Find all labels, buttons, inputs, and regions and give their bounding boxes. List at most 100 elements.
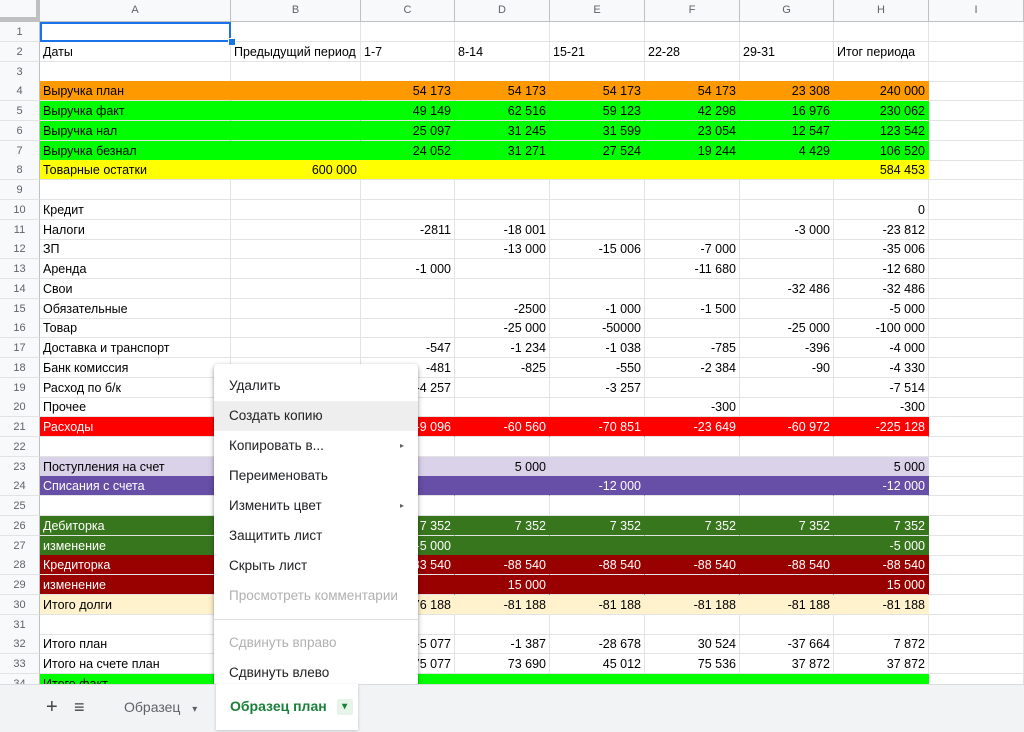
cell-d14[interactable] (455, 278, 550, 299)
cell-h8[interactable]: 584 453 (834, 160, 929, 181)
cell-a27[interactable]: изменение (40, 535, 231, 556)
cell-a14[interactable]: Свои (40, 278, 231, 299)
cell-h22[interactable] (834, 436, 929, 457)
row-header[interactable]: 30 (0, 594, 40, 615)
cell-a15[interactable]: Обязательные (40, 298, 231, 319)
cell-c2[interactable]: 1-7 (361, 41, 455, 62)
cell-g5[interactable]: 16 976 (740, 101, 834, 121)
cell-i19[interactable] (929, 377, 1024, 398)
cell-i9[interactable] (929, 180, 1024, 200)
cell-a20[interactable]: Прочее (40, 397, 231, 418)
cell-h33[interactable]: 37 872 (834, 654, 929, 674)
cell-i4[interactable] (929, 81, 1024, 102)
row-header[interactable]: 16 (0, 318, 40, 339)
cell-h24[interactable]: -12 000 (834, 476, 929, 497)
cell-d31[interactable] (455, 614, 550, 635)
cell-f25[interactable] (645, 496, 740, 516)
cell-h18[interactable]: -4 330 (834, 357, 929, 378)
cell-e26[interactable]: 7 352 (550, 515, 645, 536)
cell-a3[interactable] (40, 61, 231, 82)
cell-h34[interactable] (834, 673, 929, 684)
cell-h31[interactable] (834, 614, 929, 635)
cell-i5[interactable] (929, 101, 1024, 121)
cell-e18[interactable]: -550 (550, 357, 645, 378)
cell-e11[interactable] (550, 219, 645, 240)
cell-b7[interactable] (231, 140, 361, 161)
cell-i34[interactable] (929, 673, 1024, 684)
cell-i10[interactable] (929, 199, 1024, 220)
cell-i26[interactable] (929, 515, 1024, 536)
cell-b9[interactable] (231, 180, 361, 200)
cell-g18[interactable]: -90 (740, 357, 834, 378)
cell-g28[interactable]: -88 540 (740, 555, 834, 576)
column-header-e[interactable]: E (550, 0, 645, 21)
cell-i14[interactable] (929, 278, 1024, 299)
sheet-tab-obrazets[interactable]: Образец ▾ (110, 685, 214, 729)
cell-h16[interactable]: -100 000 (834, 318, 929, 339)
cell-h30[interactable]: -81 188 (834, 594, 929, 615)
menu-item-4[interactable]: Переименовать (214, 461, 418, 491)
cell-e10[interactable] (550, 199, 645, 220)
column-header-g[interactable]: G (740, 0, 834, 21)
cell-a30[interactable]: Итого долги (40, 594, 231, 615)
cell-c16[interactable] (361, 318, 455, 339)
cell-a23[interactable]: Поступления на счет (40, 456, 231, 477)
cell-a34[interactable]: Итого факт (40, 673, 231, 684)
row-header[interactable]: 19 (0, 377, 40, 398)
cell-h23[interactable]: 5 000 (834, 456, 929, 477)
all-sheets-list-button[interactable]: ≡ (74, 685, 85, 729)
cell-a31[interactable] (40, 614, 231, 635)
sheet-tab-obrazets-plan[interactable]: Образец план ▾ (216, 684, 358, 730)
cell-a24[interactable]: Списания с счета (40, 476, 231, 497)
cell-d19[interactable] (455, 377, 550, 398)
cell-g34[interactable] (740, 673, 834, 684)
cell-d8[interactable] (455, 160, 550, 181)
cell-h32[interactable]: 7 872 (834, 634, 929, 655)
row-header[interactable]: 20 (0, 397, 40, 418)
row-header[interactable]: 32 (0, 634, 40, 655)
cell-d18[interactable]: -825 (455, 357, 550, 378)
cell-c14[interactable] (361, 278, 455, 299)
cell-h27[interactable]: -5 000 (834, 535, 929, 556)
cell-e34[interactable] (550, 673, 645, 684)
cell-f2[interactable]: 22-28 (645, 41, 740, 62)
cell-f33[interactable]: 75 536 (645, 654, 740, 674)
cell-d30[interactable]: -81 188 (455, 594, 550, 615)
cell-e1[interactable] (550, 22, 645, 42)
cell-a12[interactable]: ЗП (40, 239, 231, 260)
cell-i17[interactable] (929, 338, 1024, 358)
cell-f30[interactable]: -81 188 (645, 594, 740, 615)
cell-b16[interactable] (231, 318, 361, 339)
cell-d2[interactable]: 8-14 (455, 41, 550, 62)
cell-f29[interactable] (645, 575, 740, 595)
cell-g25[interactable] (740, 496, 834, 516)
cell-f16[interactable] (645, 318, 740, 339)
cell-g12[interactable] (740, 239, 834, 260)
cell-g21[interactable]: -60 972 (740, 417, 834, 437)
cell-c13[interactable]: -1 000 (361, 259, 455, 279)
cell-b8[interactable]: 600 000 (231, 160, 361, 181)
cell-b15[interactable] (231, 298, 361, 319)
cell-i32[interactable] (929, 634, 1024, 655)
cell-d27[interactable] (455, 535, 550, 556)
cell-h6[interactable]: 123 542 (834, 120, 929, 141)
cell-f1[interactable] (645, 22, 740, 42)
cell-d23[interactable]: 5 000 (455, 456, 550, 477)
cell-e33[interactable]: 45 012 (550, 654, 645, 674)
cell-g16[interactable]: -25 000 (740, 318, 834, 339)
row-header[interactable]: 18 (0, 357, 40, 378)
cell-d12[interactable]: -13 000 (455, 239, 550, 260)
cell-c11[interactable]: -2811 (361, 219, 455, 240)
row-header[interactable]: 14 (0, 278, 40, 299)
cell-f28[interactable]: -88 540 (645, 555, 740, 576)
menu-item-3[interactable]: Копировать в... ▸ (214, 431, 418, 461)
row-header[interactable]: 24 (0, 476, 40, 497)
cell-e4[interactable]: 54 173 (550, 81, 645, 102)
cell-f5[interactable]: 42 298 (645, 101, 740, 121)
cell-f24[interactable] (645, 476, 740, 497)
cell-b13[interactable] (231, 259, 361, 279)
cell-h3[interactable] (834, 61, 929, 82)
cell-e16[interactable]: -50000 (550, 318, 645, 339)
cell-a32[interactable]: Итого план (40, 634, 231, 655)
cell-c6[interactable]: 25 097 (361, 120, 455, 141)
